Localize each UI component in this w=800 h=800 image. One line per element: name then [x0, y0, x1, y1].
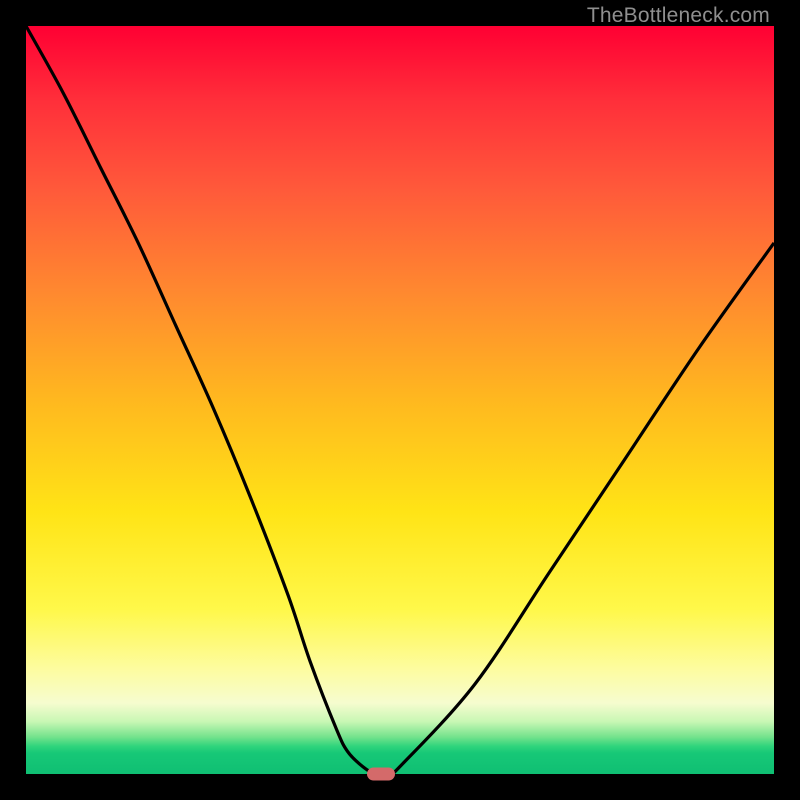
- curve-path: [26, 26, 774, 774]
- bottleneck-marker: [367, 768, 395, 781]
- bottleneck-curve: [26, 26, 774, 774]
- watermark-text: TheBottleneck.com: [587, 4, 770, 28]
- plot-area: [26, 26, 774, 774]
- chart-frame: TheBottleneck.com: [0, 0, 800, 800]
